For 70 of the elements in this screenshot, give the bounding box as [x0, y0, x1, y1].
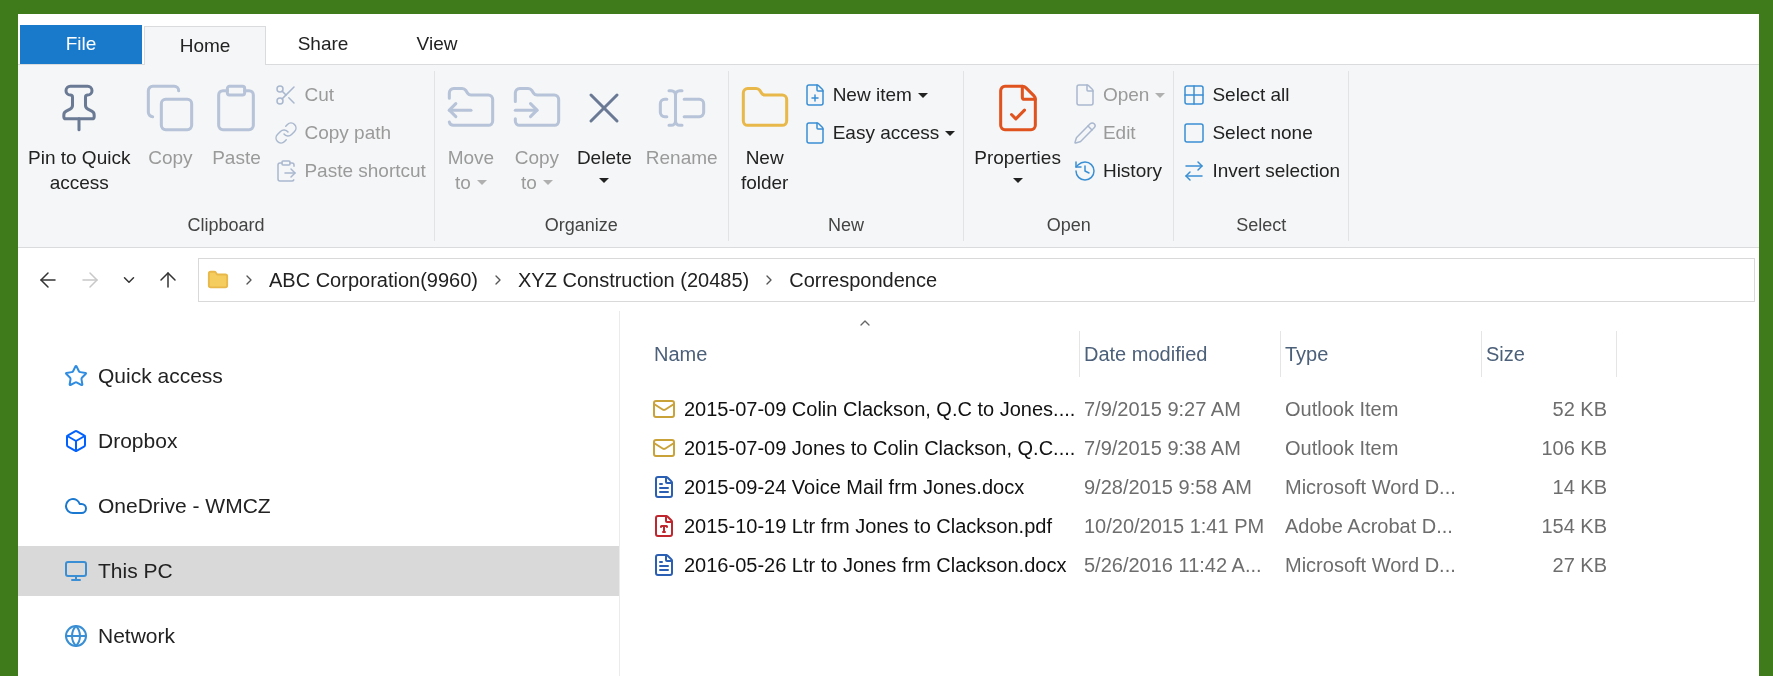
column-header[interactable]: Size	[1482, 331, 1617, 377]
ribbon-button[interactable]: Select all	[1182, 79, 1341, 112]
sidebar-item[interactable]: OneDrive - WMCZ	[18, 481, 619, 531]
group-label: Organize	[543, 214, 619, 238]
caret-icon	[1155, 92, 1166, 98]
clipboard-icon	[274, 159, 299, 184]
type-cell-text: Microsoft Word D...	[1284, 552, 1457, 578]
date-cell-text: 5/26/2016 11:42 A...	[1083, 552, 1263, 578]
size-cell-text: 52 KB	[1551, 396, 1607, 422]
caret-icon	[917, 92, 928, 98]
breadcrumb[interactable]: Correspondence	[789, 264, 938, 295]
date-cell-text: 7/9/2015 9:38 AM	[1083, 435, 1242, 461]
caret-icon	[476, 180, 487, 186]
folder-icon	[207, 268, 229, 291]
breadcrumb[interactable]: XYZ Construction (20485)	[518, 264, 750, 295]
sidebar-item[interactable]: Dropbox	[18, 416, 619, 466]
group-label: New	[826, 214, 865, 238]
caret-icon	[542, 180, 553, 186]
pencil-icon	[1072, 121, 1097, 146]
file-name[interactable]: 2015-10-19 Ltr frm Jones to Clackson.pdf	[684, 510, 1052, 541]
date-cell-text: 7/9/2015 9:27 AM	[1083, 396, 1242, 422]
ribbon-button[interactable]: Pin to Quick access	[26, 77, 133, 213]
type-cell-text: Microsoft Word D...	[1284, 474, 1457, 500]
column-header[interactable]: Name	[650, 331, 1080, 377]
size-cell-text: 154 KB	[1540, 513, 1607, 539]
ribbon-button[interactable]: New item	[802, 79, 956, 112]
column-header[interactable]: Date modified	[1080, 331, 1281, 377]
sidebar-item[interactable]: This PC	[18, 546, 619, 596]
group-label: Select	[1235, 214, 1288, 238]
sidebar-item[interactable]: Network	[18, 611, 619, 661]
ribbon-button[interactable]: New folder	[736, 77, 793, 213]
file-name[interactable]: 2015-07-09 Colin Clackson, Q.C to Jones....	[684, 393, 1076, 424]
star-icon	[64, 364, 88, 388]
date-cell-text: 9/28/2015 9:58 AM	[1083, 474, 1253, 500]
ribbon-tab[interactable]: View	[380, 25, 494, 65]
box-icon	[64, 429, 88, 453]
caret-icon	[599, 178, 610, 184]
date-cell-text: 10/20/2015 1:41 PM	[1083, 513, 1266, 539]
column-header[interactable]: Type	[1281, 331, 1482, 377]
ribbon-button[interactable]: History	[1072, 155, 1166, 188]
type-cell-text: Outlook Item	[1284, 396, 1400, 422]
square-icon	[1182, 121, 1207, 146]
file-name[interactable]: 2016-05-26 Ltr to Jones frm Clackson.docx	[684, 549, 1067, 580]
monitor-icon	[64, 559, 88, 583]
clock-icon	[1072, 159, 1097, 184]
ribbon-button[interactable]: Invert selection	[1182, 155, 1341, 188]
size-cell-text: 14 KB	[1551, 474, 1607, 500]
file-name[interactable]: 2015-09-24 Voice Mail frm Jones.docx	[684, 471, 1025, 502]
caret-icon	[1012, 178, 1023, 184]
size-cell-text: 27 KB	[1551, 552, 1607, 578]
ribbon-button[interactable]: Properties	[972, 77, 1063, 213]
group-label: Clipboard	[186, 214, 266, 238]
type-cell-text: Adobe Acrobat D...	[1284, 513, 1454, 539]
ribbon-tab[interactable]: Home	[144, 26, 266, 66]
size-cell-text: 106 KB	[1540, 435, 1607, 461]
breadcrumb[interactable]: ABC Corporation(9960)	[269, 264, 478, 295]
ribbon-tab[interactable]: Share	[266, 25, 380, 65]
type-cell-text: Outlook Item	[1284, 435, 1400, 461]
caret-icon	[945, 130, 956, 136]
sidebar-item[interactable]: Quick access	[18, 351, 619, 401]
ribbon-button[interactable]: Easy access	[802, 117, 956, 150]
address-bar[interactable]: ABC Corporation(9960) XYZ Construction (20485) Correspondence	[198, 257, 1755, 302]
globe-icon	[64, 624, 88, 648]
ribbon-button[interactable]: Delete	[574, 77, 634, 213]
grid-icon	[1182, 83, 1207, 108]
ribbon-button[interactable]: Select none	[1182, 117, 1341, 150]
file-name[interactable]: 2015-07-09 Jones to Colin Clackson, Q.C....	[684, 432, 1076, 463]
ribbon-tab[interactable]: File	[20, 25, 142, 65]
group-label: Open	[1045, 214, 1092, 238]
link-icon	[274, 121, 299, 146]
